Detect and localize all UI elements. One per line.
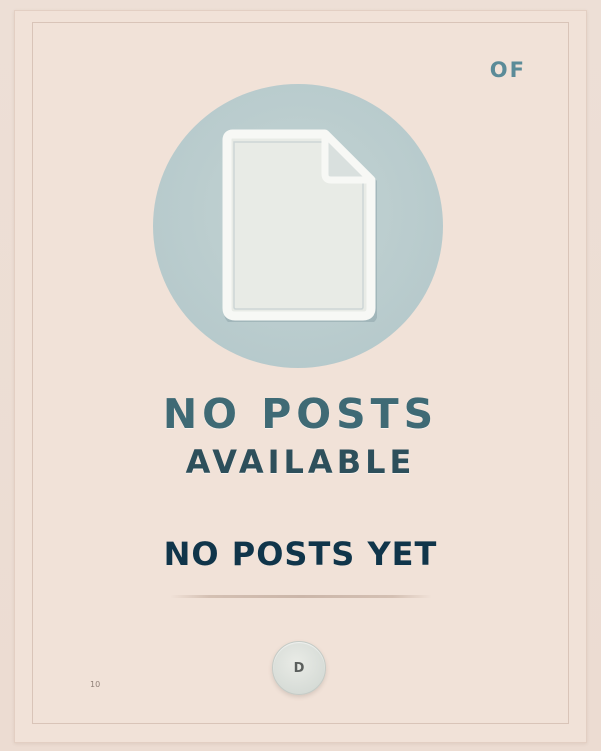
empty-state-subtitle: NO POSTS YET: [163, 535, 438, 573]
page: OF NO POSTS AVAILABLE NO POSTS YET D 10: [0, 0, 601, 751]
divider: [170, 595, 432, 598]
empty-state-title-line2: AVAILABLE: [185, 443, 416, 481]
empty-illustration: [153, 84, 443, 368]
empty-state-card: OF NO POSTS AVAILABLE NO POSTS YET D 10: [14, 10, 587, 743]
empty-state-title: NO POSTS AVAILABLE: [15, 389, 586, 485]
footer-note: 10: [90, 680, 101, 689]
empty-state-title-line1: NO POSTS: [162, 390, 439, 438]
action-button[interactable]: D: [272, 641, 326, 695]
corner-label: OF: [489, 58, 526, 82]
document-icon: [222, 129, 377, 322]
action-button-label: D: [293, 660, 305, 676]
